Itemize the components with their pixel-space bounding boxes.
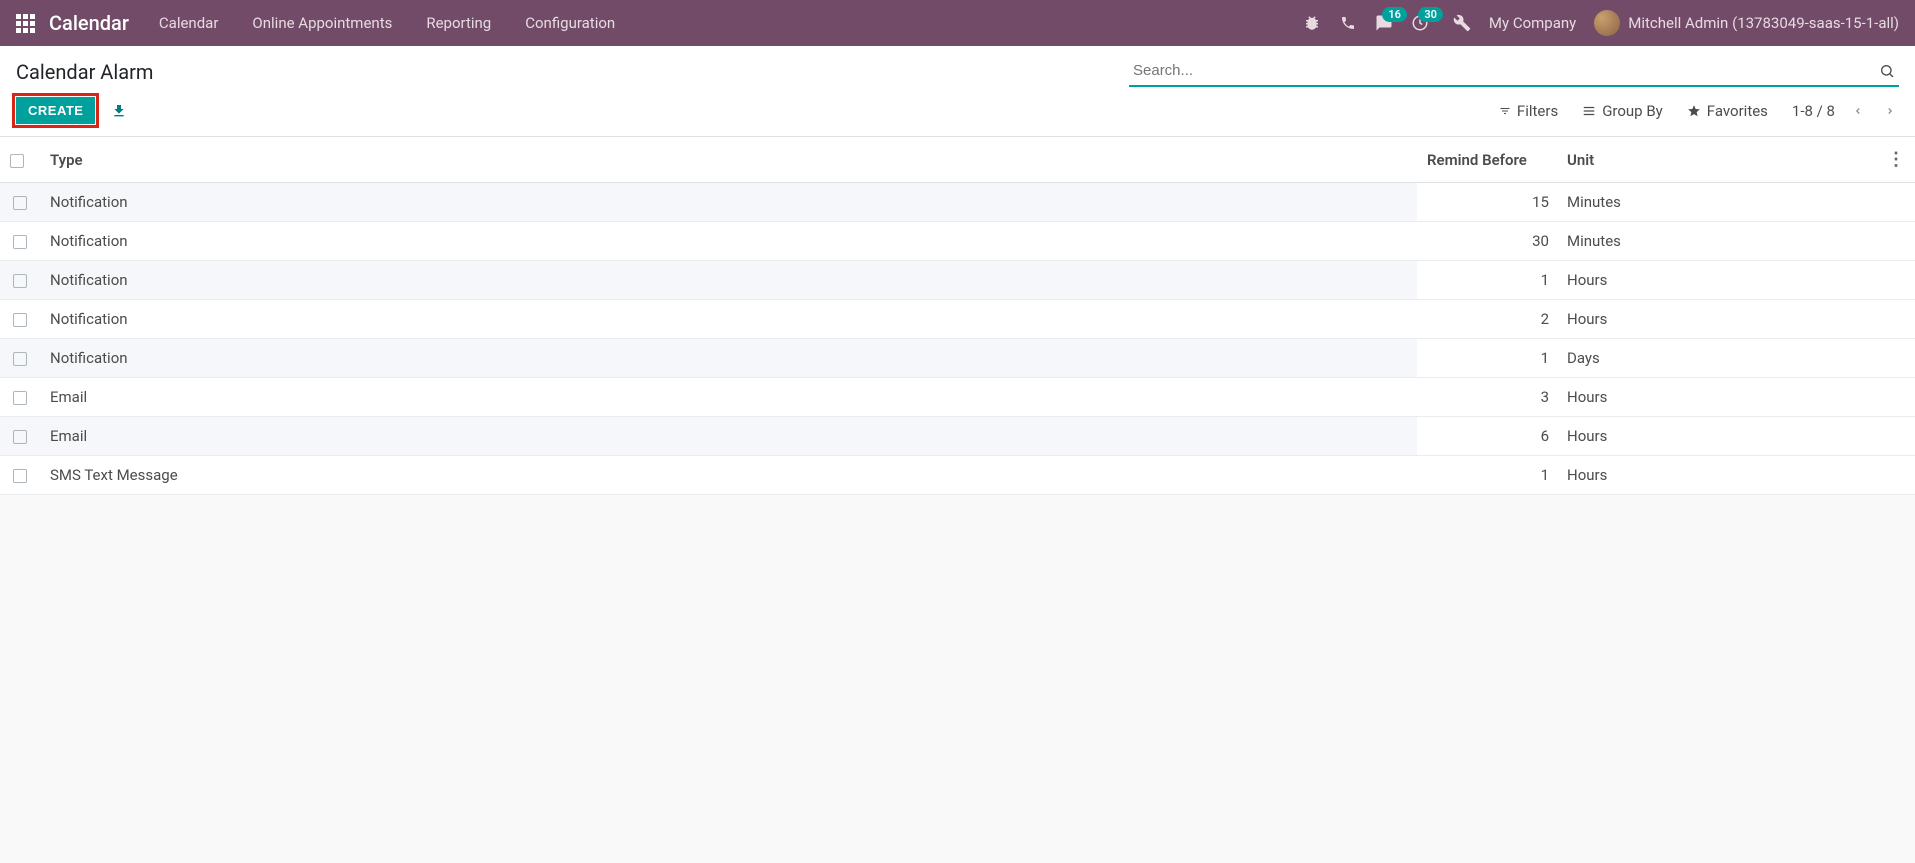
groupby-label: Group By: [1602, 102, 1663, 120]
phone-icon[interactable]: [1339, 14, 1357, 32]
cell-type: Notification: [40, 339, 1417, 378]
main-navbar: Calendar Calendar Online Appointments Re…: [0, 0, 1915, 46]
col-header-type[interactable]: Type: [40, 137, 1417, 183]
tools-icon[interactable]: [1453, 14, 1471, 32]
nav-item-reporting[interactable]: Reporting: [426, 14, 491, 32]
cell-remind-before: 1: [1417, 261, 1557, 300]
row-checkbox[interactable]: [13, 352, 27, 366]
row-checkbox[interactable]: [13, 274, 27, 288]
cell-type: SMS Text Message: [40, 456, 1417, 495]
pager: 1-8 / 8: [1792, 101, 1899, 121]
cell-remind-before: 1: [1417, 339, 1557, 378]
apps-icon[interactable]: [16, 14, 35, 33]
app-brand[interactable]: Calendar: [49, 11, 129, 35]
export-button[interactable]: [107, 99, 131, 123]
pager-next-icon[interactable]: [1881, 101, 1899, 121]
table-row[interactable]: Notification 30 Minutes: [0, 222, 1915, 261]
cell-remind-before: 1: [1417, 456, 1557, 495]
company-selector[interactable]: My Company: [1489, 14, 1576, 32]
row-checkbox[interactable]: [13, 235, 27, 249]
cell-unit: Hours: [1557, 417, 1877, 456]
activities-icon[interactable]: 30: [1411, 14, 1429, 32]
cell-unit: Hours: [1557, 300, 1877, 339]
avatar: [1594, 10, 1620, 36]
col-header-remind[interactable]: Remind Before: [1417, 137, 1557, 183]
row-checkbox[interactable]: [13, 430, 27, 444]
nav-right: 16 30 My Company Mitchell Admin (1378304…: [1303, 10, 1899, 36]
cell-remind-before: 15: [1417, 183, 1557, 222]
nav-item-calendar[interactable]: Calendar: [159, 14, 219, 32]
control-panel: Calendar Alarm CREATE Filters Grou: [0, 46, 1915, 137]
table-row[interactable]: SMS Text Message 1 Hours: [0, 456, 1915, 495]
breadcrumb: Calendar Alarm: [16, 60, 1129, 84]
pager-prev-icon[interactable]: [1849, 101, 1867, 121]
favorites-button[interactable]: Favorites: [1687, 102, 1768, 120]
debug-icon[interactable]: [1303, 14, 1321, 32]
favorites-label: Favorites: [1707, 102, 1768, 120]
pager-text[interactable]: 1-8 / 8: [1792, 102, 1835, 120]
cell-remind-before: 6: [1417, 417, 1557, 456]
cell-unit: Hours: [1557, 261, 1877, 300]
cell-type: Notification: [40, 222, 1417, 261]
search-bar[interactable]: [1129, 56, 1899, 87]
messages-badge: 16: [1382, 7, 1407, 22]
filters-label: Filters: [1517, 102, 1558, 120]
create-button[interactable]: CREATE: [16, 97, 95, 124]
table-row[interactable]: Notification 1 Hours: [0, 261, 1915, 300]
cell-unit: Hours: [1557, 378, 1877, 417]
col-header-unit[interactable]: Unit: [1557, 137, 1877, 183]
search-input[interactable]: [1129, 56, 1875, 85]
select-all-checkbox[interactable]: [10, 154, 24, 168]
table-row[interactable]: Email 3 Hours: [0, 378, 1915, 417]
filters-button[interactable]: Filters: [1499, 102, 1558, 120]
cell-type: Notification: [40, 261, 1417, 300]
nav-item-configuration[interactable]: Configuration: [525, 14, 615, 32]
user-menu[interactable]: Mitchell Admin (13783049-saas-15-1-all): [1594, 10, 1899, 36]
search-options: Filters Group By Favorites: [1499, 102, 1768, 120]
nav-item-online-appointments[interactable]: Online Appointments: [252, 14, 392, 32]
messages-icon[interactable]: 16: [1375, 14, 1393, 32]
cell-remind-before: 3: [1417, 378, 1557, 417]
cell-type: Notification: [40, 300, 1417, 339]
table-row[interactable]: Notification 15 Minutes: [0, 183, 1915, 222]
cell-remind-before: 2: [1417, 300, 1557, 339]
table-row[interactable]: Email 6 Hours: [0, 417, 1915, 456]
search-icon[interactable]: [1875, 59, 1899, 83]
user-name: Mitchell Admin (13783049-saas-15-1-all): [1628, 14, 1899, 32]
cell-unit: Minutes: [1557, 222, 1877, 261]
row-checkbox[interactable]: [13, 391, 27, 405]
cell-type: Notification: [40, 183, 1417, 222]
cell-unit: Minutes: [1557, 183, 1877, 222]
cell-unit: Hours: [1557, 456, 1877, 495]
row-checkbox[interactable]: [13, 469, 27, 483]
table-header-row: Type Remind Before Unit ⋮: [0, 137, 1915, 183]
nav-menu: Calendar Online Appointments Reporting C…: [159, 14, 1303, 32]
activities-badge: 30: [1418, 7, 1443, 22]
cell-unit: Days: [1557, 339, 1877, 378]
table-row[interactable]: Notification 2 Hours: [0, 300, 1915, 339]
row-checkbox[interactable]: [13, 196, 27, 210]
cell-remind-before: 30: [1417, 222, 1557, 261]
cell-type: Email: [40, 378, 1417, 417]
row-checkbox[interactable]: [13, 313, 27, 327]
groupby-button[interactable]: Group By: [1582, 102, 1663, 120]
list-table: Type Remind Before Unit ⋮ Notification 1…: [0, 137, 1915, 495]
table-row[interactable]: Notification 1 Days: [0, 339, 1915, 378]
column-options-icon[interactable]: ⋮: [1887, 149, 1905, 170]
cell-type: Email: [40, 417, 1417, 456]
